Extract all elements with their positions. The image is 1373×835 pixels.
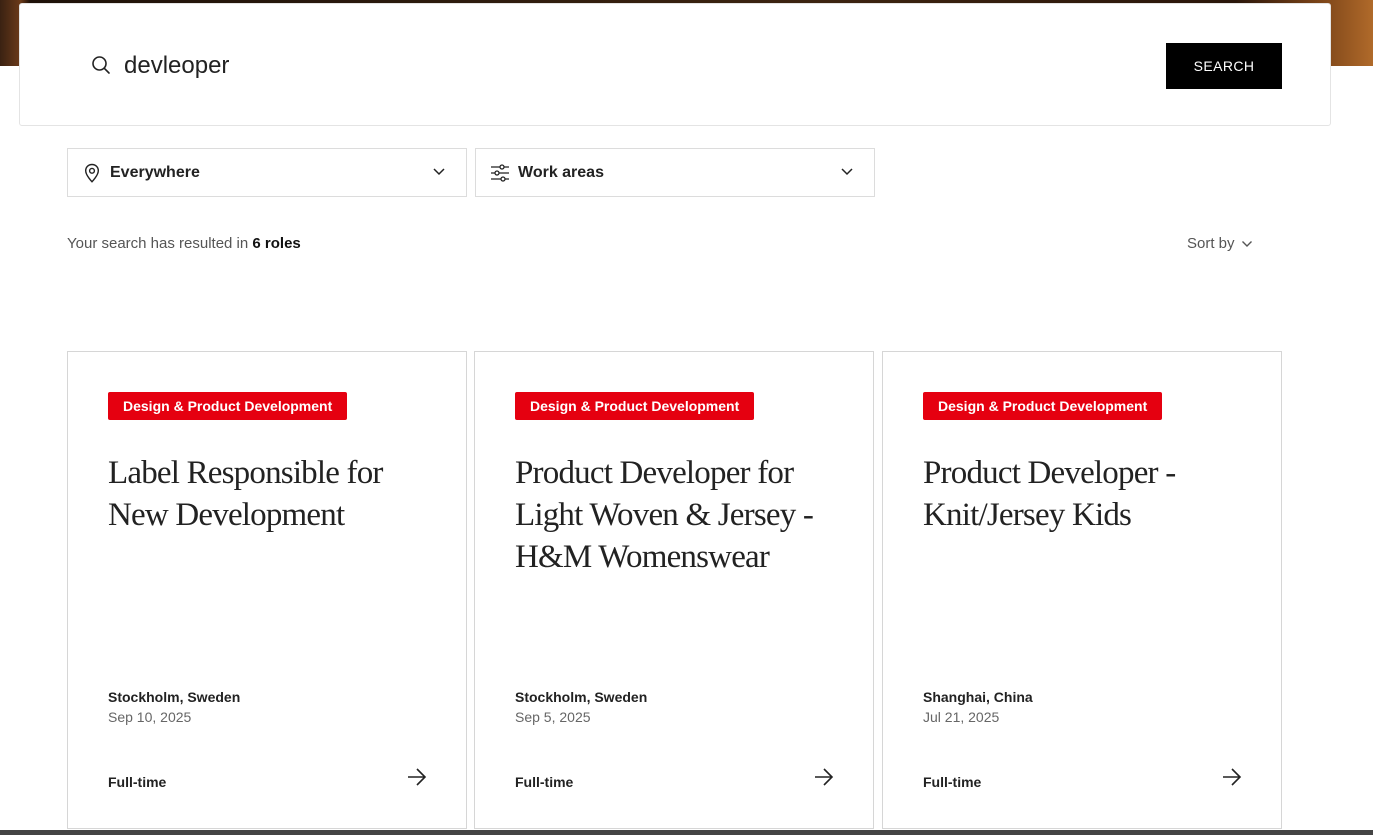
job-date: Sep 10, 2025 <box>108 709 192 725</box>
arrow-right-icon[interactable] <box>1221 767 1243 787</box>
job-card[interactable]: Design & Product Development Product Dev… <box>474 351 874 829</box>
job-card[interactable]: Design & Product Development Product Dev… <box>882 351 1282 829</box>
search-panel: SEARCH <box>19 3 1331 126</box>
category-badge: Design & Product Development <box>923 392 1163 420</box>
sliders-icon <box>491 164 509 182</box>
job-title: Label Responsible for New Development <box>108 455 383 533</box>
job-title: Product Developer - Knit/Jersey Kids <box>923 455 1176 533</box>
location-pin-icon <box>84 163 100 183</box>
sort-by-dropdown[interactable]: Sort by <box>1187 235 1253 252</box>
arrow-right-icon[interactable] <box>813 767 835 787</box>
job-date: Jul 21, 2025 <box>923 709 1000 725</box>
job-type: Full-time <box>515 774 574 790</box>
chevron-down-icon <box>433 168 445 176</box>
job-date: Sep 5, 2025 <box>515 709 591 725</box>
sort-by-label: Sort by <box>1187 235 1235 252</box>
location-filter-dropdown[interactable]: Everywhere <box>67 148 467 197</box>
job-type: Full-time <box>108 774 167 790</box>
job-type: Full-time <box>923 774 982 790</box>
search-input[interactable] <box>124 48 1024 84</box>
category-badge: Design & Product Development <box>515 392 755 420</box>
chevron-down-icon <box>1241 240 1252 247</box>
job-location: Stockholm, Sweden <box>108 689 241 705</box>
work-areas-filter-label: Work areas <box>518 164 604 181</box>
results-count: 6 roles <box>252 235 301 252</box>
job-title: Product Developer for Light Woven & Jers… <box>515 455 814 575</box>
chevron-down-icon <box>841 168 853 176</box>
job-location: Shanghai, China <box>923 689 1033 705</box>
window-bottom-edge <box>0 830 1373 835</box>
arrow-right-icon[interactable] <box>406 767 428 787</box>
search-icon <box>92 56 110 74</box>
job-card[interactable]: Design & Product Development Label Respo… <box>67 351 467 829</box>
job-location: Stockholm, Sweden <box>515 689 648 705</box>
location-filter-label: Everywhere <box>110 164 200 181</box>
search-button[interactable]: SEARCH <box>1166 43 1282 89</box>
work-areas-filter-dropdown[interactable]: Work areas <box>475 148 875 197</box>
results-summary: Your search has resulted in 6 roles <box>67 235 301 252</box>
results-prefix: Your search has resulted in <box>67 235 253 252</box>
category-badge: Design & Product Development <box>108 392 348 420</box>
